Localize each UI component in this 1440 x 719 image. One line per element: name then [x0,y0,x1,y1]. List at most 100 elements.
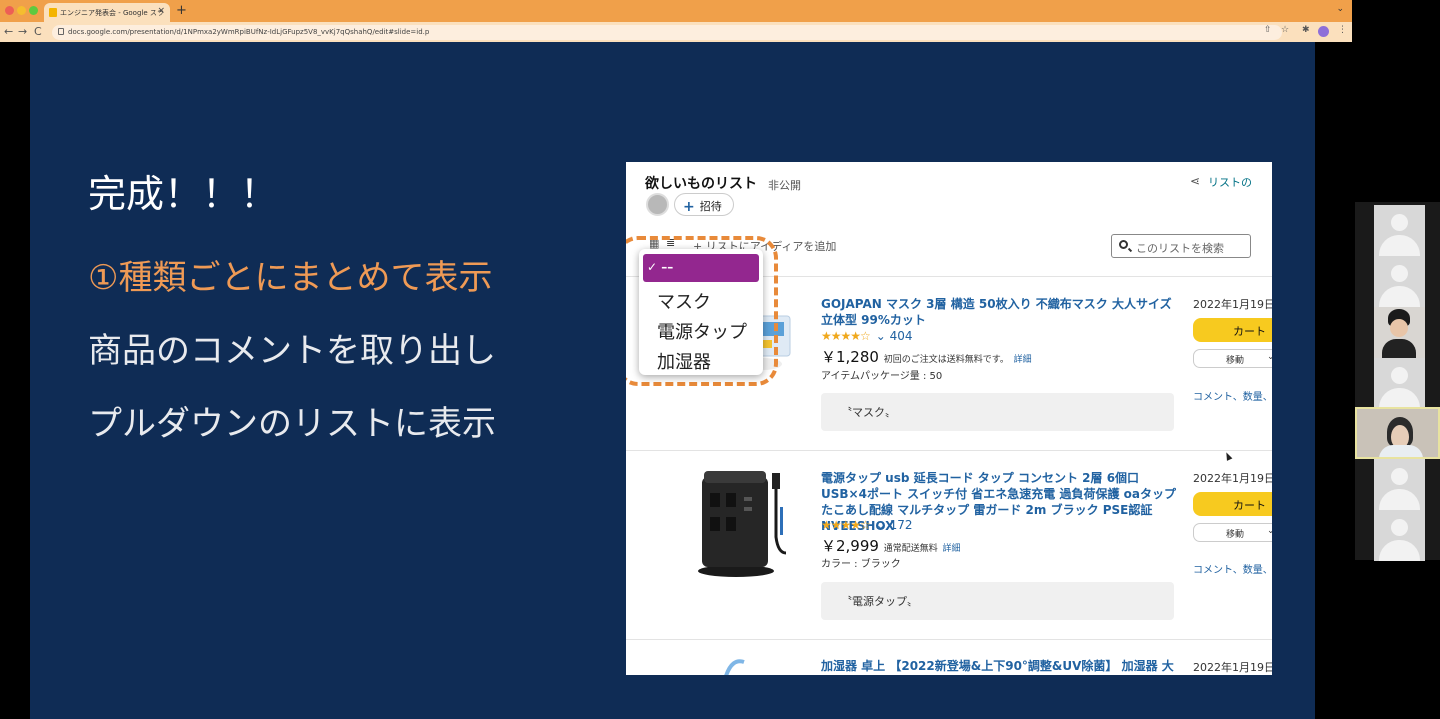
list-search-input[interactable]: このリストを検索 [1111,234,1251,258]
add-to-cart-button[interactable]: カート [1193,492,1272,516]
product-title-link[interactable]: GOJAPAN マスク 3層 構造 50枚入り 不織布マスク 大人サイズ 立体型… [821,296,1176,328]
visibility-label: 非公開 [768,179,801,192]
owner-avatar [646,193,669,216]
invite-button[interactable]: + 招待 [674,193,734,216]
divider [626,639,1272,640]
slides-favicon-icon [49,8,57,17]
star-rating[interactable]: ★★★★☆ ⌄ 404 [821,329,913,343]
wishlist-screenshot: 欲しいものリスト 非公開 ⋖ リストの + 招待 ▦ ≣ + リストにアイディアを… [626,162,1272,675]
share-list-link[interactable]: ⋖ リストの [1190,174,1252,190]
bookmark-star-icon[interactable]: ☆ [1281,25,1289,35]
dropdown-option[interactable]: 加湿器 [657,348,711,374]
item-action-links[interactable]: コメント、数量、 [1193,388,1272,403]
participant-tile[interactable] [1374,459,1425,510]
avatar-body [1379,540,1420,561]
lock-icon [58,28,64,35]
product-title-link[interactable]: 加湿器 卓上 【2022新登場&上下90°調整&UV除菌】 加湿器 大容量 [821,658,1176,674]
browser-tab-slides[interactable]: エンジニア発表会 - Google スラ × [44,3,170,22]
price-value: ￥2,999 [821,537,879,555]
move-dropdown[interactable]: 移動 ⌄ [1193,523,1272,542]
chevron-down-icon: ⌄ [1267,352,1272,362]
url-field[interactable]: docs.google.com/presentation/d/1NPmxa2yW… [52,25,1282,40]
participant-strip [1355,202,1440,561]
added-date: 2022年1月19日に [1193,298,1272,311]
participant-tile[interactable] [1374,205,1425,256]
browser-chrome: エンジニア発表会 - Google スラ × + ⌄ ← → C docs.go… [0,0,1352,42]
avatar-placeholder-icon [1391,519,1408,536]
category-dropdown[interactable]: ✓ –– マスク 電源タップ 加湿器 [639,249,763,375]
added-date: 2022年1月19日に [1193,661,1272,674]
item-comment: 〝電源タップ〟 [821,582,1174,620]
dropdown-option[interactable]: マスク [657,288,711,314]
rating-stars: ★★★★☆ [821,518,871,532]
browser-menu-icon[interactable]: ⋮ [1338,25,1347,35]
item-action-links[interactable]: コメント、数量、 [1193,561,1272,576]
avatar-body [1379,235,1420,256]
search-placeholder: このリストを検索 [1136,242,1224,255]
move-dropdown[interactable]: 移動 ⌄ [1193,349,1272,368]
avatar-placeholder-icon [1391,265,1408,282]
active-speaker-video[interactable] [1355,407,1440,459]
invite-label: 招待 [699,200,722,213]
price-detail-link[interactable]: 詳細 [1014,355,1032,365]
wishlist-title: 欲しいものリスト [645,176,757,192]
extensions-icon[interactable]: ✱ [1302,25,1310,35]
share-list-label: リストの [1208,176,1252,189]
item-meta: アイテムパッケージ量 : 50 [821,371,943,382]
rating-stars: ★★★★☆ [821,329,871,343]
move-label: 移動 [1226,356,1245,366]
tab-title: エンジニア発表会 - Google スラ [60,9,164,17]
participant-tile[interactable] [1374,510,1425,561]
search-icon [1119,240,1128,249]
item-price: ￥2,999 通常配送無料 詳細 [821,535,961,556]
slide-subheading: ①種類ごとにまとめて表示 [88,258,493,298]
minimize-window-icon[interactable] [17,6,26,15]
url-text: docs.google.com/presentation/d/1NPmxa2yW… [68,28,430,36]
slide-line-1: 商品のコメントを取り出し [88,331,496,371]
rating-count[interactable]: ⌄ 172 [876,518,913,532]
avatar-body [1379,489,1420,510]
forward-button[interactable]: → [18,25,27,38]
new-tab-button[interactable]: + [176,3,187,18]
avatar-placeholder-icon [1391,214,1408,231]
video-body [1382,339,1416,358]
share-page-icon[interactable]: ⇧ [1264,25,1272,35]
tab-search-chevron-icon[interactable]: ⌄ [1336,4,1344,14]
rating-count[interactable]: ⌄ 404 [876,329,913,343]
dropdown-option[interactable]: 電源タップ [657,318,747,344]
plus-icon: + [683,199,695,215]
avatar-placeholder-icon [1391,367,1408,384]
slide-line-2: プルダウンのリストに表示 [88,404,496,444]
avatar-body [1379,286,1420,307]
price-detail-link[interactable]: 詳細 [943,544,961,554]
address-bar-row: ← → C docs.google.com/presentation/d/1NP… [0,22,1352,42]
tab-bar: エンジニア発表会 - Google スラ × + ⌄ [0,0,1352,22]
reload-button[interactable]: C [34,25,42,38]
tab-close-icon[interactable]: × [157,6,165,16]
avatar-placeholder-icon [1391,468,1408,485]
participant-video[interactable] [1374,307,1425,358]
humidifier-product-image[interactable] [714,656,754,675]
participant-tile[interactable] [1374,256,1425,307]
maximize-window-icon[interactable] [29,6,38,15]
dropdown-option-selected[interactable]: ✓ –– [643,254,759,282]
move-label: 移動 [1226,530,1245,540]
screen: エンジニア発表会 - Google スラ × + ⌄ ← → C docs.go… [0,0,1440,719]
share-icon: ⋖ [1190,174,1201,188]
chevron-down-icon: ⌄ [1267,526,1272,536]
video-face [1390,319,1408,337]
add-to-cart-button[interactable]: カート [1193,318,1272,342]
avatar-body [1379,388,1420,409]
power-strip-product-image[interactable] [696,467,791,579]
star-rating[interactable]: ★★★★☆ ⌄ 172 [821,518,913,532]
item-comment: 〝マスク〟 [821,393,1174,431]
close-window-icon[interactable] [5,6,14,15]
slide-heading: 完成！！！ [88,172,279,216]
price-note: 初回のご注文は送料無料です。 [883,355,1009,365]
profile-avatar[interactable] [1318,26,1329,37]
divider [626,450,1272,451]
video-body [1379,445,1423,457]
back-button[interactable]: ← [4,25,13,38]
item-price: ￥1,280 初回のご注文は送料無料です。 詳細 [821,346,1032,367]
participant-tile[interactable] [1374,358,1425,409]
